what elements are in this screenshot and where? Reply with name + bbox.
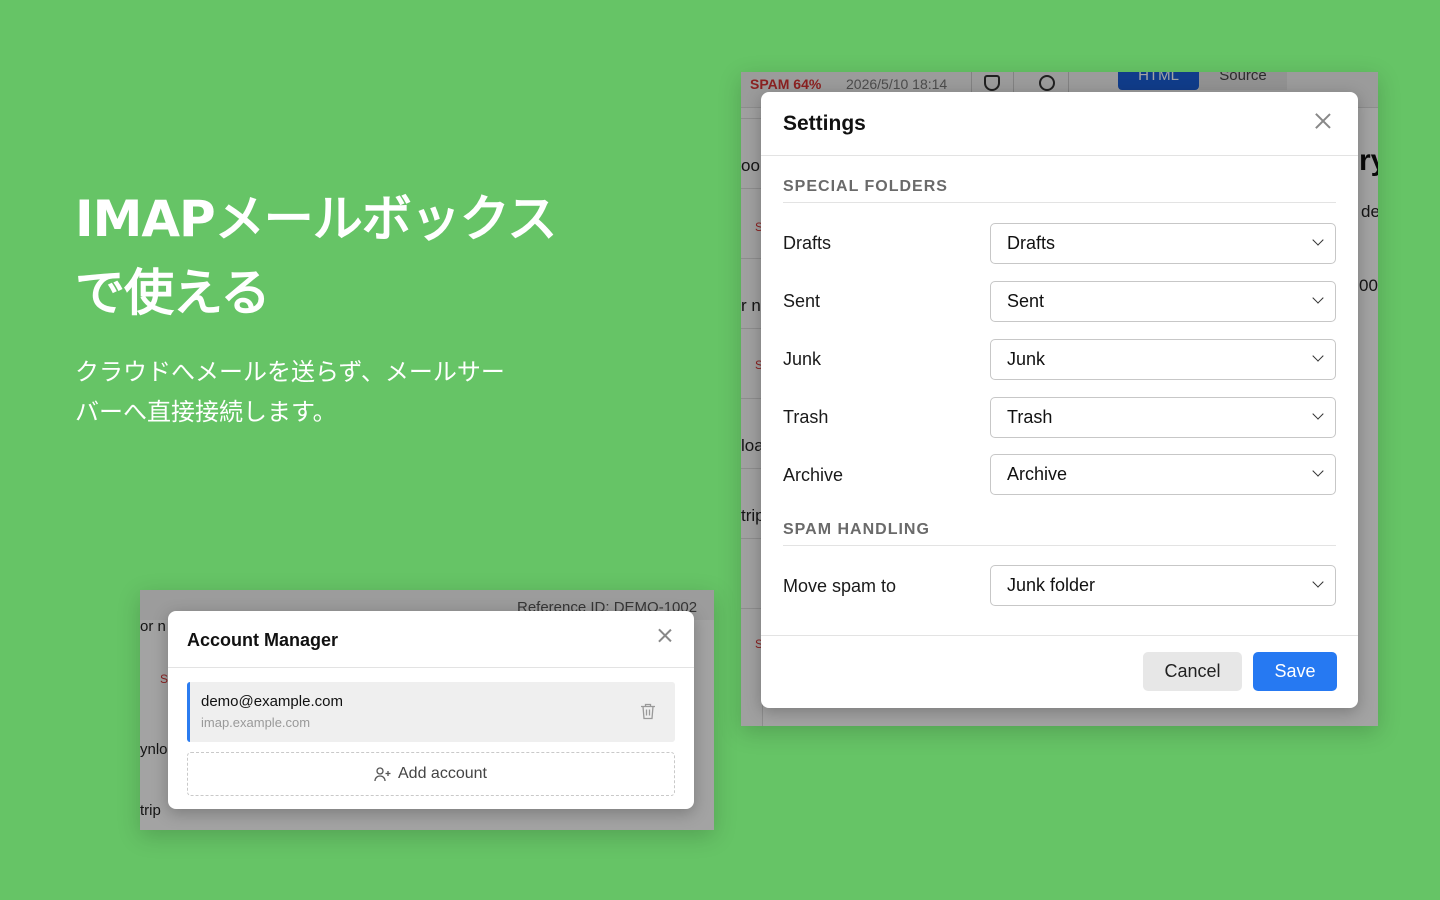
promo-section: IMAPメールボックス で使える クラウドへメールを送らず、メールサー バーへ直…	[75, 182, 615, 432]
user-plus-icon	[374, 766, 391, 781]
account-host: imap.example.com	[201, 715, 311, 730]
settings-screenshot: SPAM 64% 2026/5/10 18:14 HTML Source oo …	[741, 72, 1378, 726]
subline-line-1: クラウドへメールを送らず、メールサー	[75, 358, 505, 386]
account-email: demo@example.com	[201, 693, 343, 710]
sent-select-value: Sent	[1007, 291, 1045, 311]
sent-label: Sent	[783, 291, 821, 311]
move-spam-select[interactable]: Junk folder	[990, 565, 1336, 606]
trash-folder-select[interactable]: Trash	[990, 397, 1336, 438]
junk-folder-select[interactable]: Junk	[990, 339, 1336, 380]
close-icon[interactable]	[1312, 110, 1334, 132]
add-account-label: Add account	[398, 765, 487, 782]
add-account-button[interactable]: Add account	[187, 752, 675, 796]
save-button[interactable]: Save	[1253, 652, 1337, 691]
sent-folder-select[interactable]: Sent	[990, 281, 1336, 322]
chevron-down-icon	[1312, 350, 1324, 362]
move-spam-select-value: Junk folder	[1007, 575, 1096, 595]
drafts-label: Drafts	[783, 233, 832, 253]
chevron-down-icon	[1312, 234, 1324, 246]
archive-label: Archive	[783, 465, 844, 485]
settings-title: Settings	[783, 112, 866, 135]
drafts-select-value: Drafts	[1007, 233, 1056, 253]
cancel-button[interactable]: Cancel	[1143, 652, 1242, 691]
chevron-down-icon	[1312, 408, 1324, 420]
promo-subline: クラウドへメールを送らず、メールサー バーへ直接接続します。	[75, 352, 545, 432]
chevron-down-icon	[1312, 292, 1324, 304]
archive-folder-select[interactable]: Archive	[990, 454, 1336, 495]
junk-label: Junk	[783, 349, 822, 369]
account-item[interactable]: demo@example.com imap.example.com	[187, 682, 675, 742]
settings-dialog: Settings SPECIAL FOLDERS Drafts Drafts S…	[761, 92, 1358, 708]
junk-select-value: Junk	[1007, 349, 1046, 369]
chevron-down-icon	[1312, 576, 1324, 588]
chevron-down-icon	[1312, 465, 1324, 477]
headline-line-1: IMAPメールボックス	[75, 190, 557, 248]
trash-label: Trash	[783, 407, 829, 427]
add-account-content: Add account	[374, 765, 487, 783]
account-manager-dialog: Account Manager demo@example.com imap.ex…	[168, 611, 694, 809]
drafts-folder-select[interactable]: Drafts	[990, 223, 1336, 264]
headline-line-2: で使える	[75, 264, 271, 322]
trash-select-value: Trash	[1007, 407, 1053, 427]
settings-header: Settings	[761, 92, 1358, 156]
account-manager-header: Account Manager	[168, 611, 694, 668]
spam-handling-heading: SPAM HANDLING	[783, 521, 1336, 546]
archive-select-value: Archive	[1007, 464, 1068, 484]
trash-icon[interactable]	[640, 703, 656, 720]
promo-headline: IMAPメールボックス で使える	[75, 182, 615, 330]
special-folders-heading: SPECIAL FOLDERS	[783, 178, 1336, 203]
close-icon[interactable]	[656, 626, 674, 644]
account-manager-screenshot: Reference ID: DEMO-1002 or n S ynloa tri…	[140, 590, 714, 830]
move-spam-label: Move spam to	[783, 576, 897, 596]
account-manager-title: Account Manager	[187, 630, 339, 650]
subline-line-2: バーへ直接接続します。	[75, 398, 337, 426]
settings-footer: Cancel Save	[761, 635, 1358, 708]
